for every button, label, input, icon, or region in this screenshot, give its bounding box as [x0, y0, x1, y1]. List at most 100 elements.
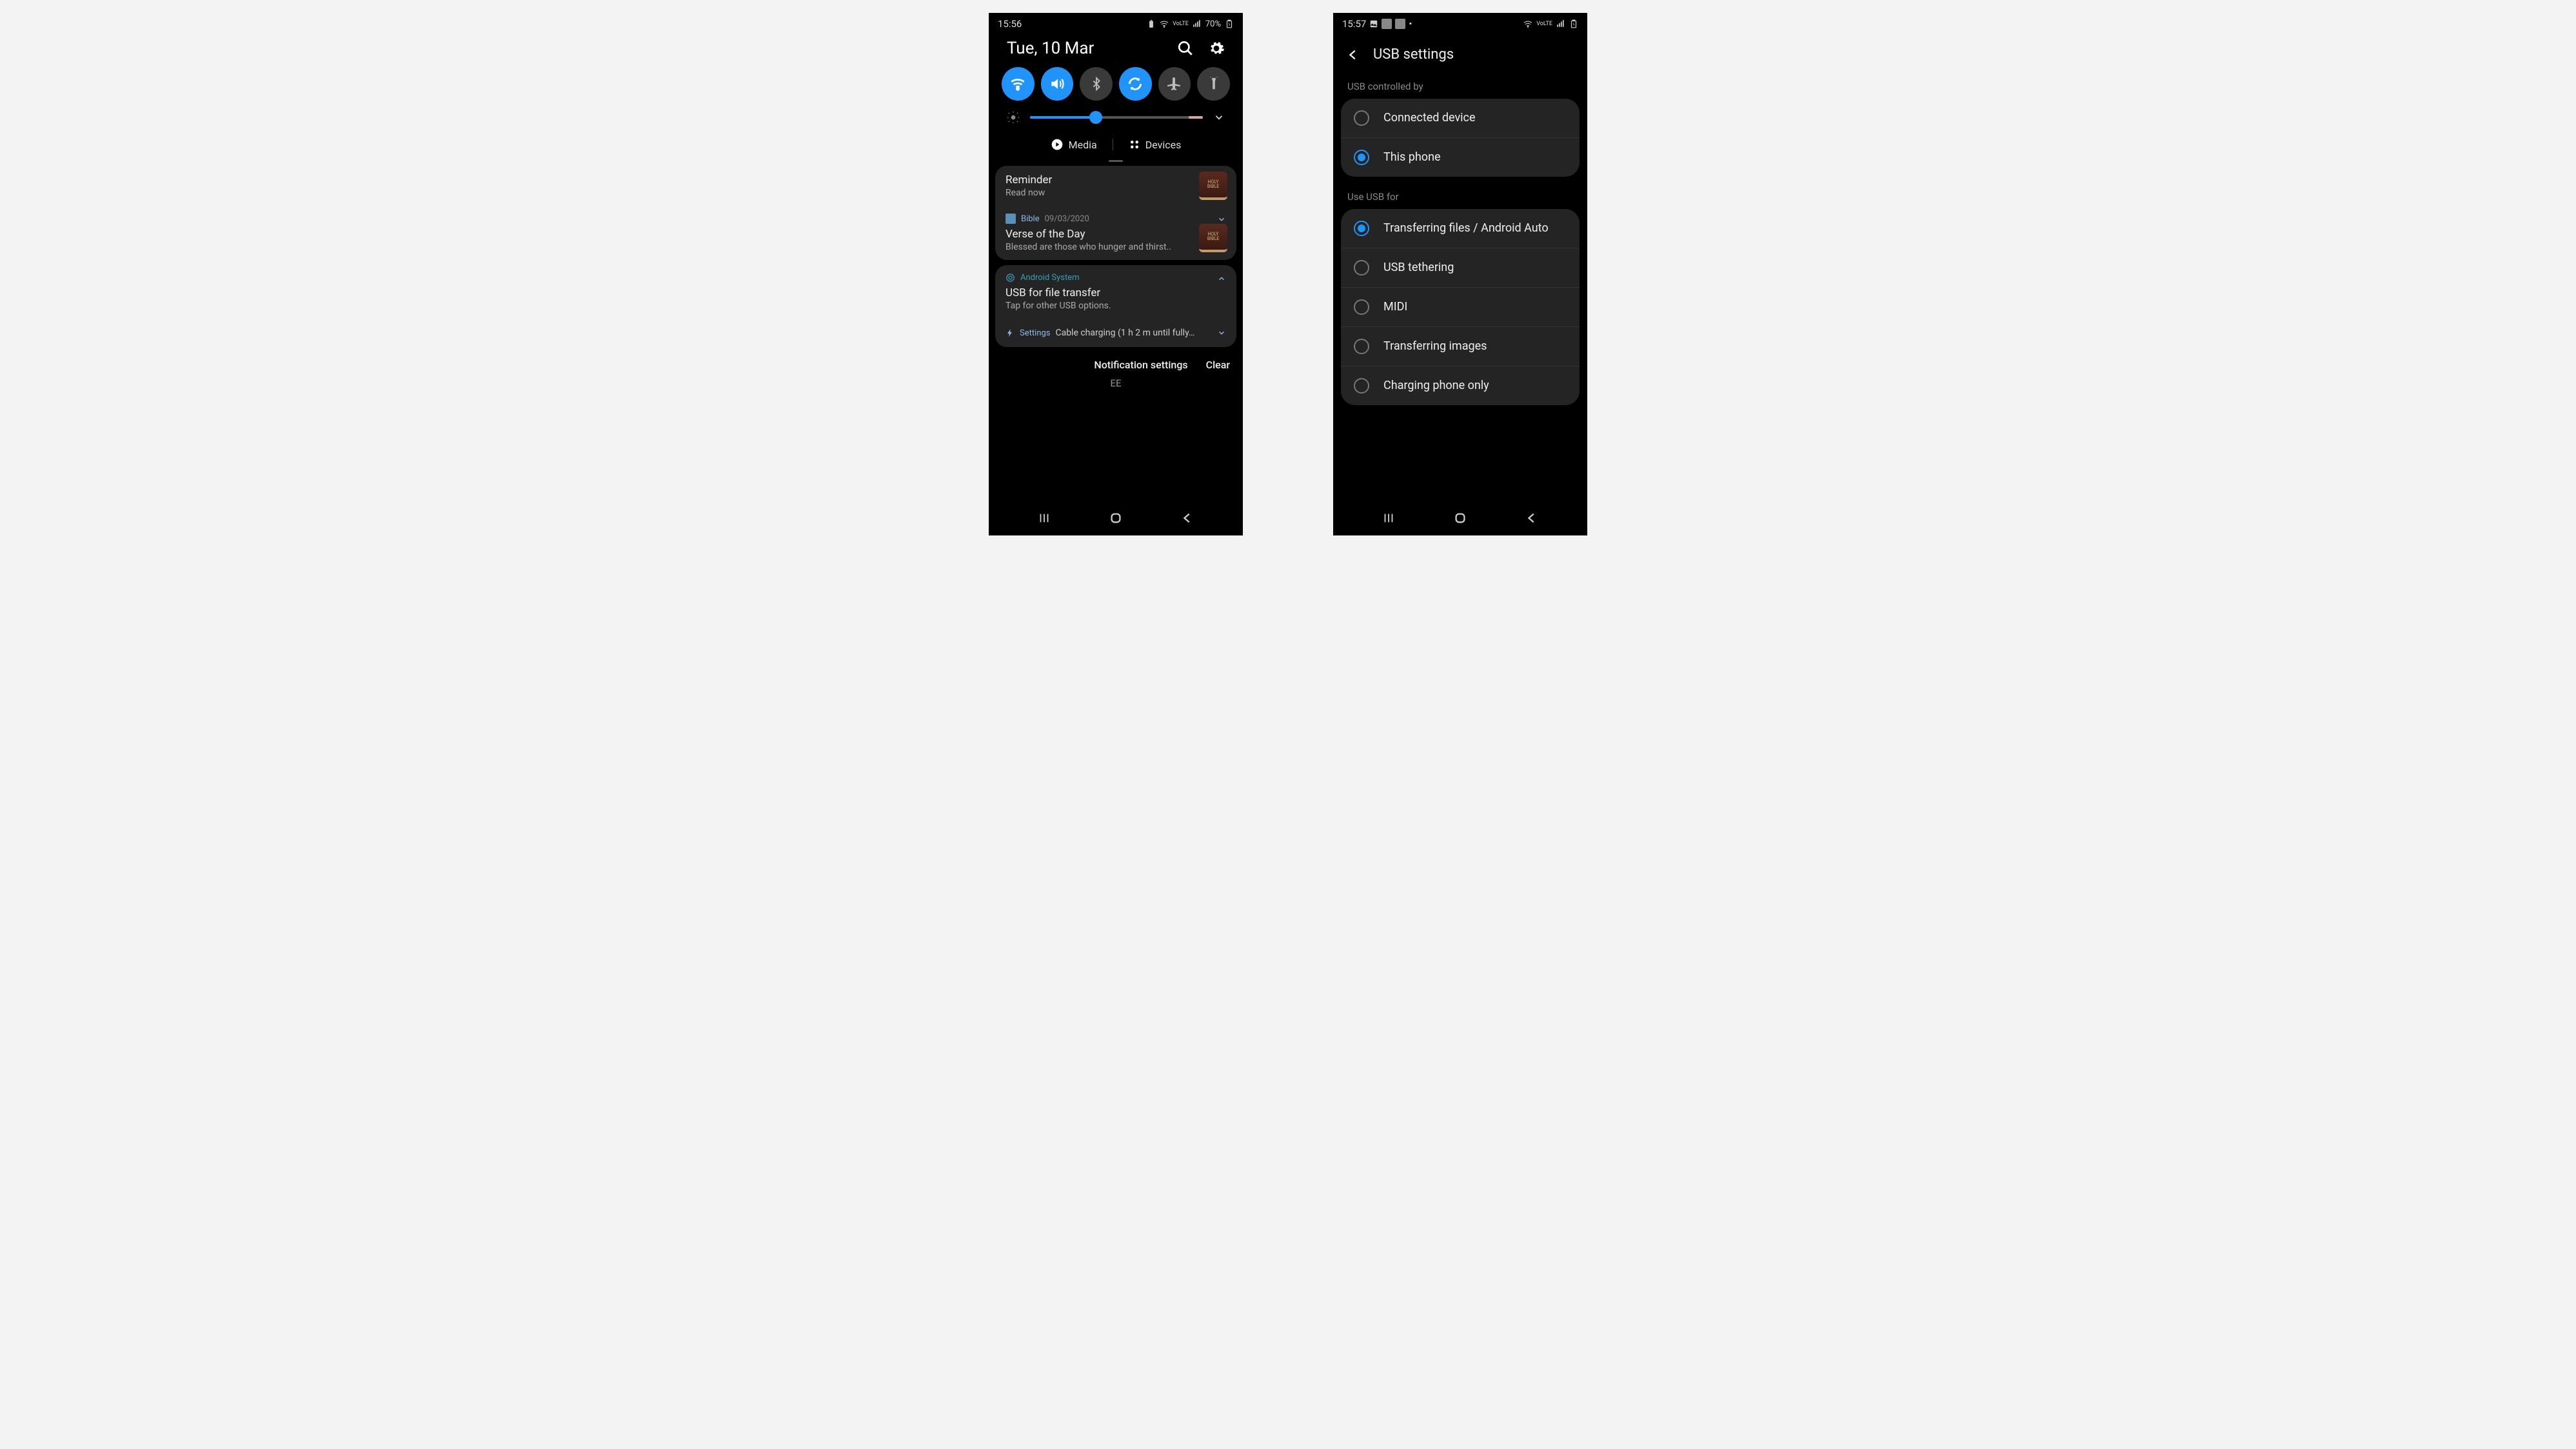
status-time: 15:56: [998, 18, 1022, 30]
home-button[interactable]: [1109, 511, 1123, 525]
chevron-down-icon[interactable]: [1217, 328, 1226, 337]
notif-date: 09/03/2020: [1045, 214, 1089, 224]
radio-label: This phone: [1383, 150, 1441, 165]
group-controlled-by: Connected device This phone: [1341, 99, 1580, 177]
section-label-use-for: Use USB for: [1333, 186, 1587, 209]
chevron-down-icon[interactable]: [1217, 215, 1226, 224]
radio-midi[interactable]: MIDI: [1341, 288, 1580, 327]
status-bar: 15:56 VoLTE 70%: [989, 13, 1243, 35]
play-circle-icon: [1051, 138, 1064, 151]
notif-title: Reminder: [1006, 174, 1226, 186]
notif-body: Read now: [1006, 188, 1226, 198]
home-button[interactable]: [1453, 511, 1467, 525]
battery-charging-icon: [1569, 19, 1578, 28]
notification-verse[interactable]: Bible 09/03/2020 Verse of the Day Blesse…: [995, 206, 1236, 260]
radio-icon: [1354, 299, 1369, 315]
radio-label: Charging phone only: [1383, 378, 1489, 393]
devices-label: Devices: [1145, 139, 1182, 151]
radio-images[interactable]: Transferring images: [1341, 327, 1580, 366]
carrier-label: EE: [989, 375, 1243, 392]
notif-app: Android System: [1020, 273, 1080, 283]
toggle-wifi[interactable]: [1002, 67, 1035, 101]
page-title: USB settings: [1373, 46, 1454, 63]
notif-app-row: Settings Cable charging (1 h 2 m until f…: [1006, 328, 1226, 338]
radio-icon: [1354, 221, 1369, 236]
quick-toggles: [989, 67, 1243, 111]
toggle-bluetooth[interactable]: [1080, 67, 1113, 101]
phone-notification-shade: 15:56 VoLTE 70% Tue, 10 Mar: [989, 13, 1243, 535]
signal-icon: [1556, 19, 1565, 28]
radio-tethering[interactable]: USB tethering: [1341, 248, 1580, 288]
notification-settings-button[interactable]: Notification settings: [1094, 359, 1187, 371]
recents-button[interactable]: [1382, 511, 1396, 525]
signal-icon: [1193, 19, 1202, 28]
wifi-icon: [1523, 19, 1532, 28]
radio-icon: [1354, 110, 1369, 126]
radio-this-phone[interactable]: This phone: [1341, 138, 1580, 177]
devices-button[interactable]: Devices: [1129, 139, 1182, 151]
status-bar: 15:57 • VoLTE: [1333, 13, 1587, 35]
nav-bar: [1333, 499, 1587, 535]
media-devices-row: Media Devices: [989, 132, 1243, 160]
notif-app-row: Android System: [1006, 273, 1226, 283]
media-button[interactable]: Media: [1051, 138, 1097, 151]
recents-button[interactable]: [1037, 511, 1051, 525]
bible-app-icon: HOLYBIBLE: [1199, 172, 1227, 200]
gallery-icon: [1369, 19, 1378, 28]
volte-icon: VoLTE: [1536, 21, 1552, 27]
wifi-icon: [1160, 19, 1169, 28]
gear-icon[interactable]: [1208, 40, 1225, 57]
android-system-icon: [1006, 273, 1015, 283]
radio-label: MIDI: [1383, 299, 1407, 314]
notif-body: Blessed are those who hunger and thirst.…: [1006, 242, 1226, 252]
battery-charging-icon: [1225, 19, 1234, 28]
radio-label: Transferring files / Android Auto: [1383, 221, 1549, 235]
title-bar: USB settings: [1333, 35, 1587, 75]
back-button[interactable]: [1346, 48, 1360, 62]
more-icon: •: [1409, 18, 1412, 30]
nav-bar: [989, 499, 1243, 535]
notif-title: USB for file transfer: [1006, 286, 1226, 299]
battery-saver-icon: [1147, 19, 1156, 28]
brightness-slider-row: [989, 111, 1243, 132]
notif-app: Bible: [1021, 214, 1040, 224]
search-icon[interactable]: [1177, 40, 1194, 57]
toggle-rotate[interactable]: [1119, 67, 1152, 101]
group-use-for: Transferring files / Android Auto USB te…: [1341, 209, 1580, 405]
toggle-sound[interactable]: [1041, 67, 1074, 101]
back-button[interactable]: [1525, 511, 1539, 525]
toggle-flashlight[interactable]: [1197, 67, 1230, 101]
status-time: 15:57: [1342, 18, 1366, 30]
radio-charging-only[interactable]: Charging phone only: [1341, 366, 1580, 405]
radio-icon: [1354, 378, 1369, 394]
radio-icon: [1354, 260, 1369, 275]
chevron-up-icon[interactable]: [1217, 274, 1226, 283]
status-icons: VoLTE: [1523, 19, 1578, 28]
notification-reminder[interactable]: Reminder Read now HOLYBIBLE: [995, 166, 1236, 206]
notification-usb[interactable]: Android System USB for file transfer Tap…: [995, 265, 1236, 319]
notif-inline: Cable charging (1 h 2 m until fully…: [1055, 328, 1194, 338]
radio-icon: [1354, 339, 1369, 354]
app-icon: [1395, 19, 1405, 29]
notif-app-row: Bible 09/03/2020: [1006, 214, 1226, 224]
bible-app-icon: HOLYBIBLE: [1199, 224, 1227, 252]
panel-handle[interactable]: [1109, 160, 1123, 162]
notification-actions: Notification settings Clear: [989, 350, 1243, 375]
radio-label: USB tethering: [1383, 260, 1454, 275]
grid-icon: [1129, 139, 1140, 150]
back-button[interactable]: [1180, 511, 1194, 525]
notif-title: Verse of the Day: [1006, 228, 1226, 241]
chevron-down-icon[interactable]: [1213, 112, 1225, 123]
toggle-airplane[interactable]: [1158, 67, 1191, 101]
notif-app: Settings: [1020, 328, 1050, 338]
brightness-icon: [1007, 111, 1020, 124]
brightness-slider[interactable]: [1030, 116, 1203, 119]
battery-pct: 70%: [1205, 19, 1221, 29]
radio-file-transfer[interactable]: Transferring files / Android Auto: [1341, 209, 1580, 248]
quick-settings-header: Tue, 10 Mar: [989, 35, 1243, 67]
phone-usb-settings: 15:57 • VoLTE USB settings USB controlle…: [1333, 13, 1587, 535]
clear-button[interactable]: Clear: [1206, 359, 1230, 371]
radio-connected-device[interactable]: Connected device: [1341, 99, 1580, 138]
media-label: Media: [1069, 139, 1097, 151]
notification-charging[interactable]: Settings Cable charging (1 h 2 m until f…: [995, 319, 1236, 347]
